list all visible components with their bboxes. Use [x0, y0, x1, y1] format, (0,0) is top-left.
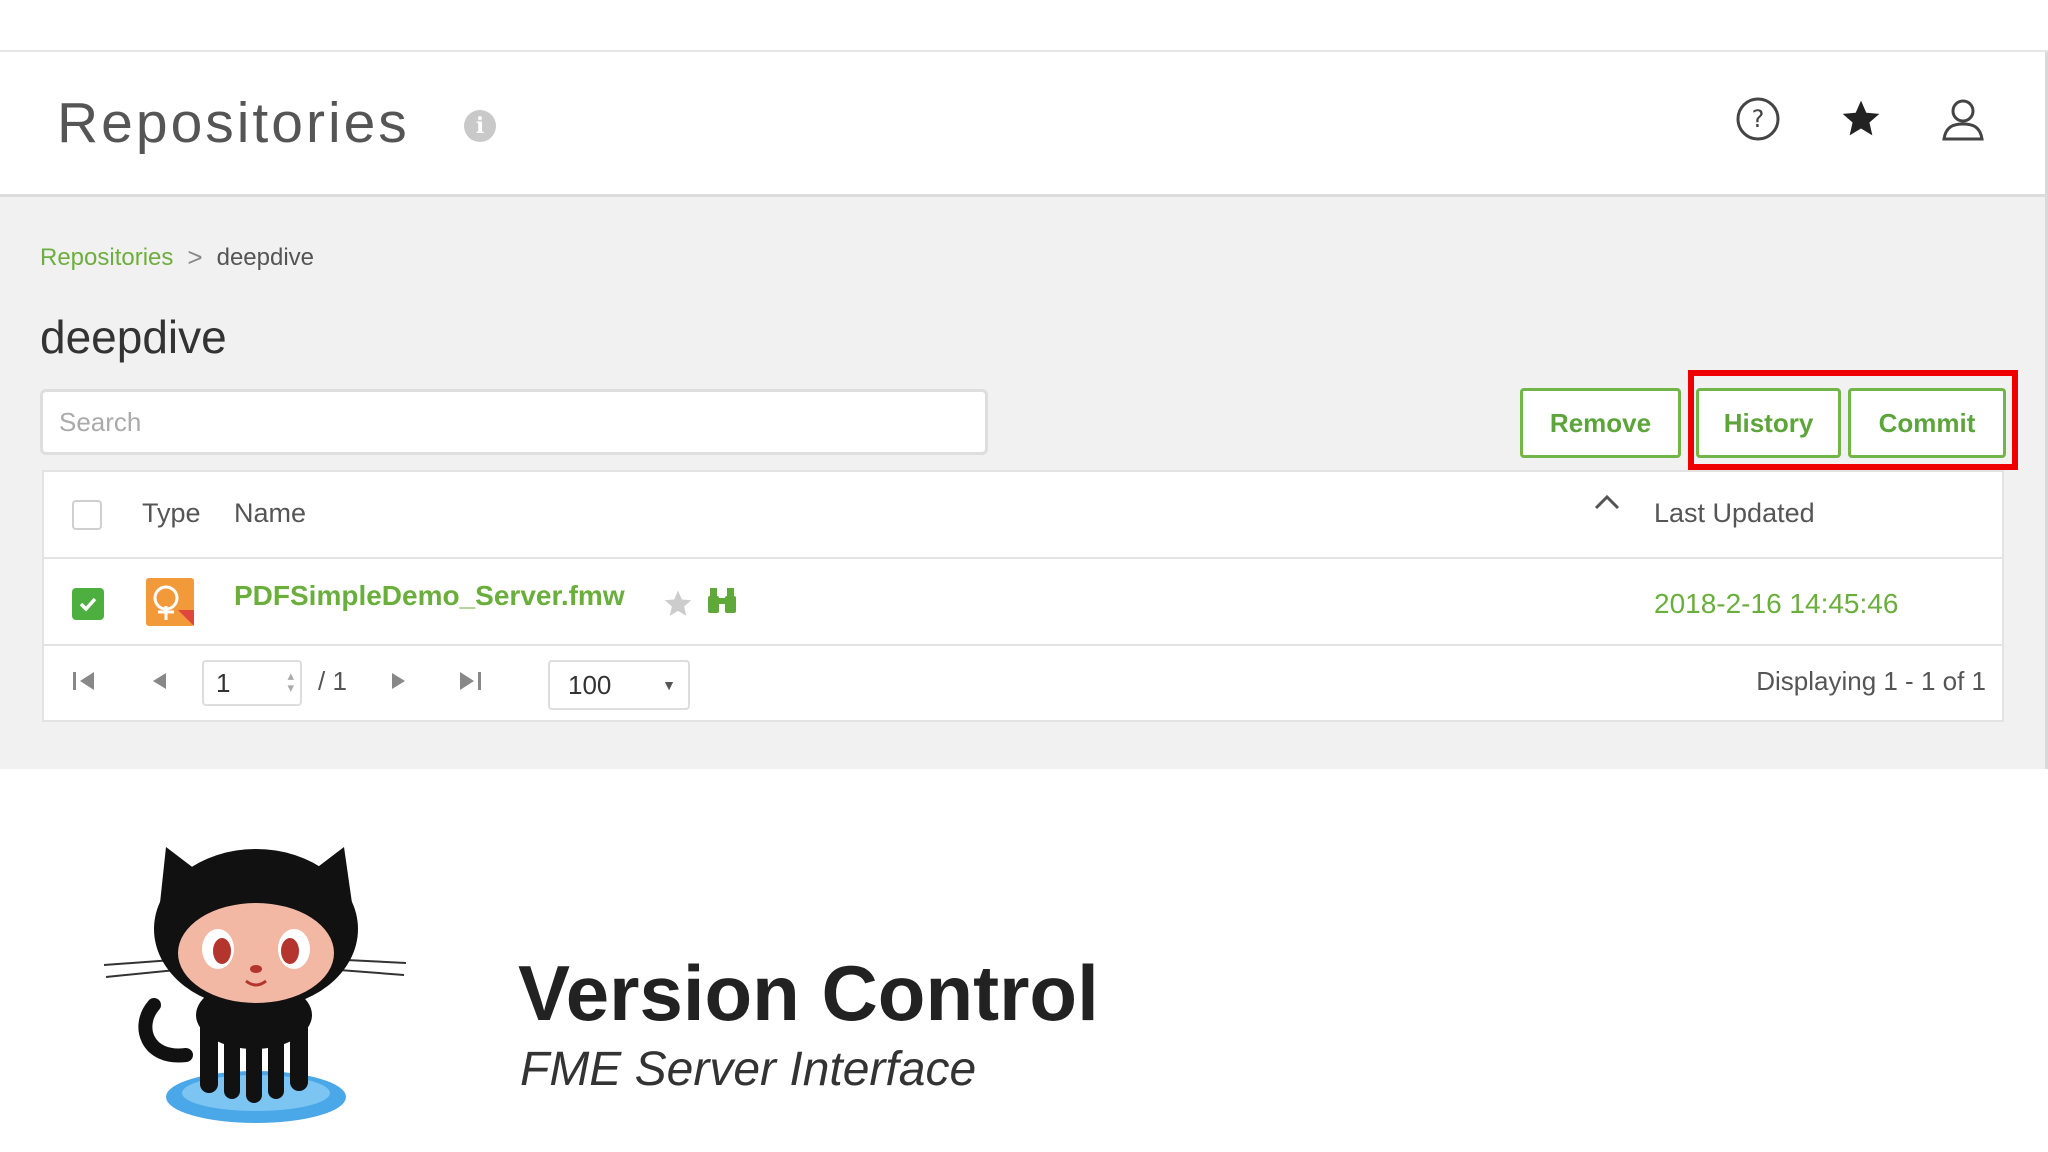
breadcrumb: Repositories > deepdive [40, 242, 314, 273]
breadcrumb-separator: > [187, 242, 203, 272]
user-icon[interactable] [1938, 94, 1988, 144]
select-all-checkbox[interactable] [72, 500, 102, 530]
page-size-select[interactable]: 100 ▼ [548, 660, 690, 710]
breadcrumb-current: deepdive [216, 243, 315, 271]
page-number-value: 1 [216, 667, 231, 698]
star-icon[interactable] [1836, 94, 1886, 144]
next-page-icon[interactable] [388, 670, 410, 692]
page-spinner-icon[interactable]: ▴ ▾ [287, 669, 294, 694]
fme-server-window: Repositories i ? Repositories > deepdive… [0, 52, 2048, 769]
page-size-value: 100 [568, 669, 612, 700]
table-header: Type Name Last Updated [44, 472, 2002, 559]
column-name[interactable]: Name [234, 498, 306, 529]
favorite-star-icon[interactable] [662, 588, 694, 625]
svg-text:?: ? [1752, 105, 1765, 133]
header-title: Repositories [57, 91, 410, 155]
search-input[interactable] [40, 389, 988, 455]
octocat-logo [96, 845, 416, 1135]
slide-title: Version Control [518, 949, 1099, 1037]
first-page-icon[interactable] [70, 668, 98, 694]
binoculars-icon[interactable] [706, 584, 738, 621]
fmw-workspace-icon [144, 576, 196, 633]
breadcrumb-repositories-link[interactable]: Repositories [40, 244, 173, 272]
page-number-input[interactable]: 1 ▴ ▾ [202, 660, 302, 706]
table-row[interactable]: PDFSimpleDemo_Server.fmw 2018-2-16 14:45… [44, 558, 2002, 646]
info-icon[interactable]: i [464, 110, 496, 142]
top-strip [0, 0, 2048, 52]
slide-subtitle: FME Server Interface [520, 1043, 977, 1096]
last-updated-date: 2018-2-16 14:45:46 [1654, 588, 1899, 619]
last-page-icon[interactable] [456, 668, 484, 694]
remove-button[interactable]: Remove [1520, 388, 1681, 458]
help-circle-icon[interactable]: ? [1733, 94, 1783, 144]
column-type[interactable]: Type [142, 498, 201, 529]
sort-ascending-icon[interactable] [1592, 492, 1622, 517]
file-name-link[interactable]: PDFSimpleDemo_Server.fmw [234, 580, 625, 612]
page-total: / 1 [318, 666, 347, 696]
pagination-bar: 1 ▴ ▾ / 1 100 ▼ Displaying 1 - 1 of 1 [44, 644, 2002, 722]
row-checkbox[interactable] [72, 588, 104, 620]
previous-page-icon[interactable] [148, 670, 170, 692]
page-title: deepdive [40, 311, 227, 363]
column-last-updated[interactable]: Last Updated [1654, 498, 1815, 529]
chevron-down-icon: ▼ [662, 677, 676, 693]
repository-table: Type Name Last Updated PDFSimpleDemo_Ser… [42, 470, 2004, 722]
highlight-box [1688, 370, 2018, 470]
displaying-count: Displaying 1 - 1 of 1 [1756, 666, 1986, 696]
page-header: Repositories i ? [0, 52, 2045, 197]
